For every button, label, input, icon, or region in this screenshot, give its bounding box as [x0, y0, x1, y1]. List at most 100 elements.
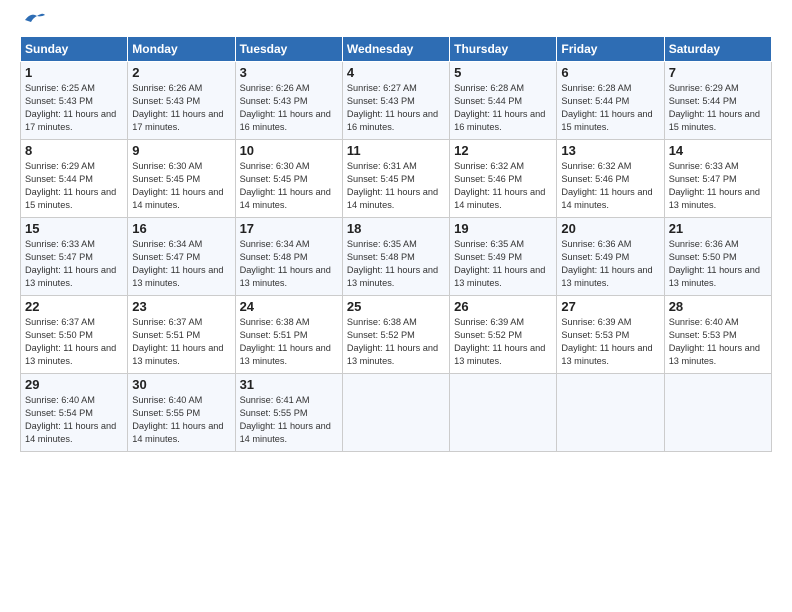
day-number: 22	[25, 299, 123, 314]
header-day-monday: Monday	[128, 37, 235, 62]
calendar-row-0: 1Sunrise: 6:25 AMSunset: 5:43 PMDaylight…	[21, 62, 772, 140]
calendar-cell: 24Sunrise: 6:38 AMSunset: 5:51 PMDayligh…	[235, 296, 342, 374]
calendar-cell: 6 Sunrise: 6:28 AMSunset: 5:44 PMDaylight…	[557, 62, 664, 140]
day-info: Sunrise: 6:35 AMSunset: 5:48 PMDaylight:…	[347, 238, 445, 290]
day-number: 26	[454, 299, 552, 314]
header-day-saturday: Saturday	[664, 37, 771, 62]
calendar-cell: 12 Sunrise: 6:32 AMSunset: 5:46 PMDayligh…	[450, 140, 557, 218]
calendar-cell: 15 Sunrise: 6:33 AMSunset: 5:47 PMDayligh…	[21, 218, 128, 296]
day-number: 15	[25, 221, 123, 236]
day-number: 25	[347, 299, 445, 314]
calendar-cell: 31 Sunrise: 6:41 AMSunset: 5:55 PMDayligh…	[235, 374, 342, 452]
day-info: Sunrise: 6:29 AMSunset: 5:44 PMDaylight:…	[25, 160, 123, 212]
day-number: 19	[454, 221, 552, 236]
calendar-cell	[557, 374, 664, 452]
day-info: Sunrise: 6:27 AMSunset: 5:43 PMDaylight:…	[347, 82, 445, 134]
day-number: 11	[347, 143, 445, 158]
calendar-cell: 27Sunrise: 6:39 AMSunset: 5:53 PMDayligh…	[557, 296, 664, 374]
header-row: SundayMondayTuesdayWednesdayThursdayFrid…	[21, 37, 772, 62]
day-info: Sunrise: 6:36 AMSunset: 5:50 PMDaylight:…	[669, 238, 767, 290]
calendar-cell: 28 Sunrise: 6:40 AMSunset: 5:53 PMDayligh…	[664, 296, 771, 374]
calendar-cell: 11 Sunrise: 6:31 AMSunset: 5:45 PMDayligh…	[342, 140, 449, 218]
day-info: Sunrise: 6:37 AMSunset: 5:50 PMDaylight:…	[25, 316, 123, 368]
calendar-header: SundayMondayTuesdayWednesdayThursdayFrid…	[21, 37, 772, 62]
day-info: Sunrise: 6:30 AMSunset: 5:45 PMDaylight:…	[132, 160, 230, 212]
day-number: 6	[561, 65, 659, 80]
calendar-cell: 14 Sunrise: 6:33 AMSunset: 5:47 PMDayligh…	[664, 140, 771, 218]
calendar-cell: 9 Sunrise: 6:30 AMSunset: 5:45 PMDaylight…	[128, 140, 235, 218]
calendar-row-1: 8 Sunrise: 6:29 AMSunset: 5:44 PMDaylight…	[21, 140, 772, 218]
day-info: Sunrise: 6:40 AMSunset: 5:54 PMDaylight:…	[25, 394, 123, 446]
calendar-cell: 1Sunrise: 6:25 AMSunset: 5:43 PMDaylight…	[21, 62, 128, 140]
day-info: Sunrise: 6:26 AMSunset: 5:43 PMDaylight:…	[132, 82, 230, 134]
calendar-cell: 2 Sunrise: 6:26 AMSunset: 5:43 PMDaylight…	[128, 62, 235, 140]
day-info: Sunrise: 6:25 AMSunset: 5:43 PMDaylight:…	[25, 82, 123, 134]
day-info: Sunrise: 6:32 AMSunset: 5:46 PMDaylight:…	[454, 160, 552, 212]
day-number: 9	[132, 143, 230, 158]
day-number: 20	[561, 221, 659, 236]
calendar-row-2: 15 Sunrise: 6:33 AMSunset: 5:47 PMDayligh…	[21, 218, 772, 296]
calendar-cell: 26 Sunrise: 6:39 AMSunset: 5:52 PMDayligh…	[450, 296, 557, 374]
calendar-cell	[450, 374, 557, 452]
calendar-cell: 21 Sunrise: 6:36 AMSunset: 5:50 PMDayligh…	[664, 218, 771, 296]
day-number: 31	[240, 377, 338, 392]
day-info: Sunrise: 6:34 AMSunset: 5:47 PMDaylight:…	[132, 238, 230, 290]
day-info: Sunrise: 6:36 AMSunset: 5:49 PMDaylight:…	[561, 238, 659, 290]
calendar-cell: 20 Sunrise: 6:36 AMSunset: 5:49 PMDayligh…	[557, 218, 664, 296]
day-info: Sunrise: 6:29 AMSunset: 5:44 PMDaylight:…	[669, 82, 767, 134]
day-number: 7	[669, 65, 767, 80]
calendar-cell: 4 Sunrise: 6:27 AMSunset: 5:43 PMDaylight…	[342, 62, 449, 140]
day-number: 24	[240, 299, 338, 314]
header-day-thursday: Thursday	[450, 37, 557, 62]
day-info: Sunrise: 6:28 AMSunset: 5:44 PMDaylight:…	[454, 82, 552, 134]
day-info: Sunrise: 6:31 AMSunset: 5:45 PMDaylight:…	[347, 160, 445, 212]
day-number: 12	[454, 143, 552, 158]
day-info: Sunrise: 6:26 AMSunset: 5:43 PMDaylight:…	[240, 82, 338, 134]
header-day-sunday: Sunday	[21, 37, 128, 62]
calendar-cell: 10 Sunrise: 6:30 AMSunset: 5:45 PMDayligh…	[235, 140, 342, 218]
day-info: Sunrise: 6:28 AMSunset: 5:44 PMDaylight:…	[561, 82, 659, 134]
calendar-cell: 18Sunrise: 6:35 AMSunset: 5:48 PMDayligh…	[342, 218, 449, 296]
calendar-cell: 29 Sunrise: 6:40 AMSunset: 5:54 PMDayligh…	[21, 374, 128, 452]
day-number: 2	[132, 65, 230, 80]
header-day-tuesday: Tuesday	[235, 37, 342, 62]
calendar-body: 1Sunrise: 6:25 AMSunset: 5:43 PMDaylight…	[21, 62, 772, 452]
day-number: 23	[132, 299, 230, 314]
calendar-cell	[342, 374, 449, 452]
day-info: Sunrise: 6:35 AMSunset: 5:49 PMDaylight:…	[454, 238, 552, 290]
day-number: 29	[25, 377, 123, 392]
calendar-cell: 30 Sunrise: 6:40 AMSunset: 5:55 PMDayligh…	[128, 374, 235, 452]
day-number: 21	[669, 221, 767, 236]
day-number: 30	[132, 377, 230, 392]
day-number: 14	[669, 143, 767, 158]
day-number: 17	[240, 221, 338, 236]
day-info: Sunrise: 6:39 AMSunset: 5:53 PMDaylight:…	[561, 316, 659, 368]
calendar-cell: 16Sunrise: 6:34 AMSunset: 5:47 PMDayligh…	[128, 218, 235, 296]
calendar-cell: 23 Sunrise: 6:37 AMSunset: 5:51 PMDayligh…	[128, 296, 235, 374]
logo	[20, 18, 45, 28]
day-number: 13	[561, 143, 659, 158]
day-number: 8	[25, 143, 123, 158]
day-number: 28	[669, 299, 767, 314]
calendar-cell: 8 Sunrise: 6:29 AMSunset: 5:44 PMDaylight…	[21, 140, 128, 218]
logo-bird-icon	[23, 10, 45, 28]
calendar-row-4: 29 Sunrise: 6:40 AMSunset: 5:54 PMDayligh…	[21, 374, 772, 452]
day-info: Sunrise: 6:30 AMSunset: 5:45 PMDaylight:…	[240, 160, 338, 212]
day-info: Sunrise: 6:40 AMSunset: 5:53 PMDaylight:…	[669, 316, 767, 368]
day-number: 4	[347, 65, 445, 80]
day-number: 5	[454, 65, 552, 80]
calendar-cell	[664, 374, 771, 452]
day-info: Sunrise: 6:32 AMSunset: 5:46 PMDaylight:…	[561, 160, 659, 212]
day-info: Sunrise: 6:37 AMSunset: 5:51 PMDaylight:…	[132, 316, 230, 368]
day-info: Sunrise: 6:41 AMSunset: 5:55 PMDaylight:…	[240, 394, 338, 446]
day-info: Sunrise: 6:39 AMSunset: 5:52 PMDaylight:…	[454, 316, 552, 368]
day-info: Sunrise: 6:33 AMSunset: 5:47 PMDaylight:…	[669, 160, 767, 212]
day-number: 10	[240, 143, 338, 158]
day-info: Sunrise: 6:34 AMSunset: 5:48 PMDaylight:…	[240, 238, 338, 290]
day-info: Sunrise: 6:38 AMSunset: 5:52 PMDaylight:…	[347, 316, 445, 368]
day-info: Sunrise: 6:33 AMSunset: 5:47 PMDaylight:…	[25, 238, 123, 290]
calendar-table: SundayMondayTuesdayWednesdayThursdayFrid…	[20, 36, 772, 452]
day-info: Sunrise: 6:40 AMSunset: 5:55 PMDaylight:…	[132, 394, 230, 446]
header-day-friday: Friday	[557, 37, 664, 62]
calendar-cell: 5 Sunrise: 6:28 AMSunset: 5:44 PMDaylight…	[450, 62, 557, 140]
